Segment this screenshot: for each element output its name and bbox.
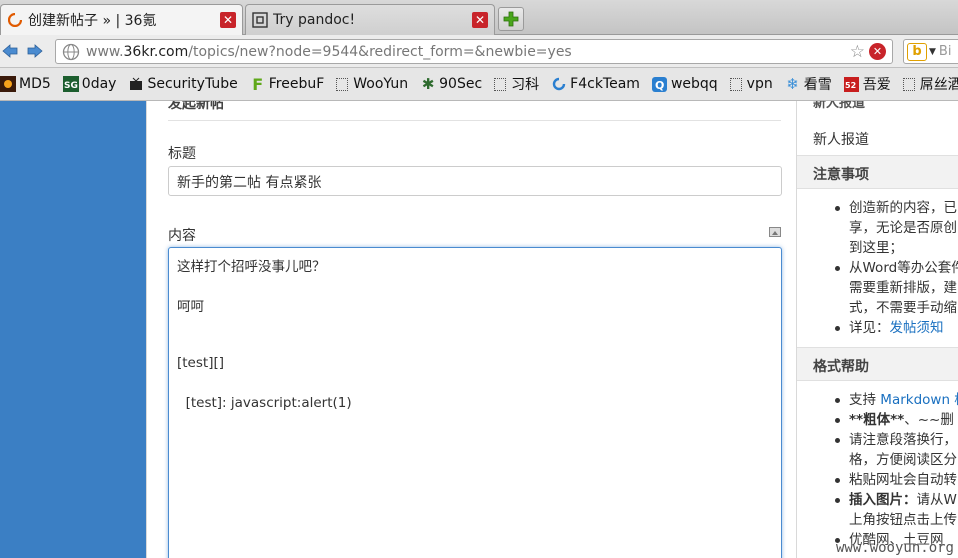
- list-item: 支持 Markdown 格: [797, 390, 958, 410]
- notice-list: 创造新的内容，已 享，无论是否原创 到这里； 从Word等办公套件 需要重新排版…: [797, 198, 958, 338]
- f4ckteam-icon: [551, 76, 567, 92]
- blank-page-icon: [902, 77, 915, 91]
- bookmark-f4ckteam[interactable]: F4ckTeam: [551, 76, 640, 92]
- markdown-link[interactable]: Markdown 格: [880, 392, 958, 408]
- search-engine-dropdown-icon[interactable]: ▼: [929, 47, 936, 57]
- newbie-report-link[interactable]: 新人报道: [813, 129, 869, 149]
- section-heading: 发起新帖: [168, 101, 224, 112]
- new-tab-button[interactable]: [498, 7, 524, 31]
- content-line: [177, 275, 773, 295]
- list-item-cont: 式，不需要手动缩: [849, 300, 957, 316]
- snowflake-icon: ❄: [786, 75, 799, 93]
- content-line: [test][]: [177, 355, 224, 371]
- content-line: 这样打个招呼没事儿吧？: [177, 259, 326, 275]
- content-textarea[interactable]: 这样打个招呼没事儿吧？ 呵呵 [test][] [test]: javascript…: [168, 247, 782, 558]
- bookmark-0day[interactable]: SG 0day: [62, 76, 116, 92]
- pandoc-icon: [252, 12, 268, 28]
- bookmark-xike[interactable]: 习科: [494, 74, 539, 94]
- globe-icon: [62, 43, 80, 60]
- search-placeholder: Bi: [938, 44, 952, 59]
- bookmark-freebuf[interactable]: F FreebuF: [250, 74, 324, 94]
- bookmark-diaosi-bar[interactable]: 屌丝酒吧: [902, 74, 958, 94]
- md5-icon: [0, 76, 16, 92]
- close-tab-icon[interactable]: ✕: [220, 12, 236, 28]
- blank-page-icon: [336, 77, 349, 91]
- forward-button[interactable]: [26, 42, 44, 60]
- sidebar-heading-cut: 新人报道: [813, 101, 866, 111]
- navigation-toolbar: www.36kr.com/topics/new?node=9544&redire…: [0, 35, 958, 68]
- bookmark-vpn[interactable]: vpn: [729, 76, 773, 92]
- bookmark-52pojie[interactable]: 52 吾爱: [844, 74, 891, 94]
- list-item: 创造新的内容，已: [797, 198, 958, 218]
- divider: [168, 120, 781, 121]
- svg-text:Q: Q: [655, 79, 664, 92]
- tab-36kr[interactable]: 创建新帖子 » | 36氪 ✕: [0, 4, 243, 35]
- list-item-cont: 享，无论是否原创: [849, 220, 957, 236]
- bookmark-webqq[interactable]: Qwebqq: [652, 76, 718, 92]
- content-line: [177, 315, 773, 335]
- webqq-icon: Q: [652, 76, 668, 92]
- sidebar: 新人报道 新人报道 注意事项 创造新的内容，已 享，无论是否原创 到这里； 从W…: [796, 101, 958, 558]
- content-line: 呵呵: [177, 299, 204, 315]
- list-item: 从Word等办公套件: [797, 258, 958, 278]
- svg-text:52: 52: [845, 81, 856, 90]
- bookmarks-toolbar: MD5 SG 0day SecurityTube F FreebuF WooYun …: [0, 68, 958, 101]
- watermark: www.wooyun.org: [835, 540, 954, 556]
- posting-guide-link[interactable]: 发帖须知: [890, 320, 944, 336]
- blank-page-icon: [729, 77, 742, 91]
- content-line: [177, 375, 773, 395]
- 0day-icon: SG: [62, 76, 79, 92]
- freebuf-icon: F: [252, 74, 264, 94]
- bookmark-securitytube[interactable]: SecurityTube: [128, 76, 238, 92]
- title-label: 标题: [168, 146, 196, 162]
- tv-icon: [128, 76, 144, 92]
- blank-page-icon: [494, 77, 507, 91]
- tab-title: 创建新帖子 » | 36氪: [28, 13, 157, 29]
- address-bar[interactable]: www.36kr.com/topics/new?node=9544&redire…: [55, 39, 893, 64]
- url-text[interactable]: www.36kr.com/topics/new?node=9544&redire…: [86, 44, 850, 60]
- list-item: 详见：发帖须知: [797, 318, 958, 338]
- bookmark-90sec[interactable]: ✱ 90Sec: [420, 75, 482, 93]
- format-help-list: 支持 Markdown 格 **粗体**、~~删 请注意段落换行， 格，方便阅读…: [797, 390, 958, 550]
- title-input[interactable]: 新手的第二帖 有点紧张: [168, 166, 782, 196]
- plus-icon: [503, 11, 519, 27]
- list-item: 插入图片：请从W: [797, 490, 958, 510]
- bing-icon[interactable]: b: [907, 42, 927, 61]
- 90sec-icon: ✱: [421, 75, 435, 93]
- tab-pandoc[interactable]: Try pandoc! ✕: [245, 4, 495, 35]
- bookmark-wooyun[interactable]: WooYun: [336, 76, 408, 92]
- close-tab-icon[interactable]: ✕: [472, 12, 488, 28]
- bookmark-md5[interactable]: MD5: [0, 76, 51, 92]
- list-item: 请注意段落换行，: [797, 430, 958, 450]
- forward-arrow-icon: [27, 44, 43, 58]
- bookmark-kanxue[interactable]: ❄ 看雪: [785, 74, 831, 94]
- insert-image-icon[interactable]: [769, 227, 781, 237]
- list-item-cont: 到这里；: [849, 240, 903, 256]
- page-viewport: 发起新帖 标题 新手的第二帖 有点紧张 内容 这样打个招呼没事儿吧？ 呵呵 [tes…: [0, 101, 958, 558]
- list-item-cont: 格，方便阅读区分: [849, 452, 957, 468]
- tab-strip: 创建新帖子 » | 36氪 ✕ Try pandoc! ✕: [0, 0, 958, 35]
- bookmark-star-icon[interactable]: ☆: [850, 42, 865, 62]
- notice-heading: 注意事项: [797, 155, 958, 189]
- list-item-cont: 需要重新排版，建: [849, 280, 957, 296]
- new-topic-form: 发起新帖 标题 新手的第二帖 有点紧张 内容 这样打个招呼没事儿吧？ 呵呵 [tes…: [146, 101, 796, 558]
- list-item: **粗体**、~~删: [797, 410, 958, 430]
- svg-text:SG: SG: [64, 81, 78, 91]
- 52pojie-icon: 52: [844, 76, 860, 92]
- content-line: [test]: javascript:alert(1): [177, 395, 352, 411]
- list-item-cont: 上角按钮点击上传: [849, 512, 957, 528]
- loading-spinner-icon: [7, 12, 23, 28]
- search-bar[interactable]: b ▼ Bi: [903, 39, 958, 64]
- content-label: 内容: [168, 228, 196, 244]
- format-help-heading: 格式帮助: [797, 347, 958, 381]
- list-item: 粘贴网址会自动转: [797, 470, 958, 490]
- content-line: [177, 335, 773, 355]
- back-arrow-icon: [2, 44, 18, 58]
- tab-title: Try pandoc!: [273, 12, 356, 28]
- back-button[interactable]: [1, 42, 19, 60]
- stop-loading-icon[interactable]: ✕: [869, 43, 886, 60]
